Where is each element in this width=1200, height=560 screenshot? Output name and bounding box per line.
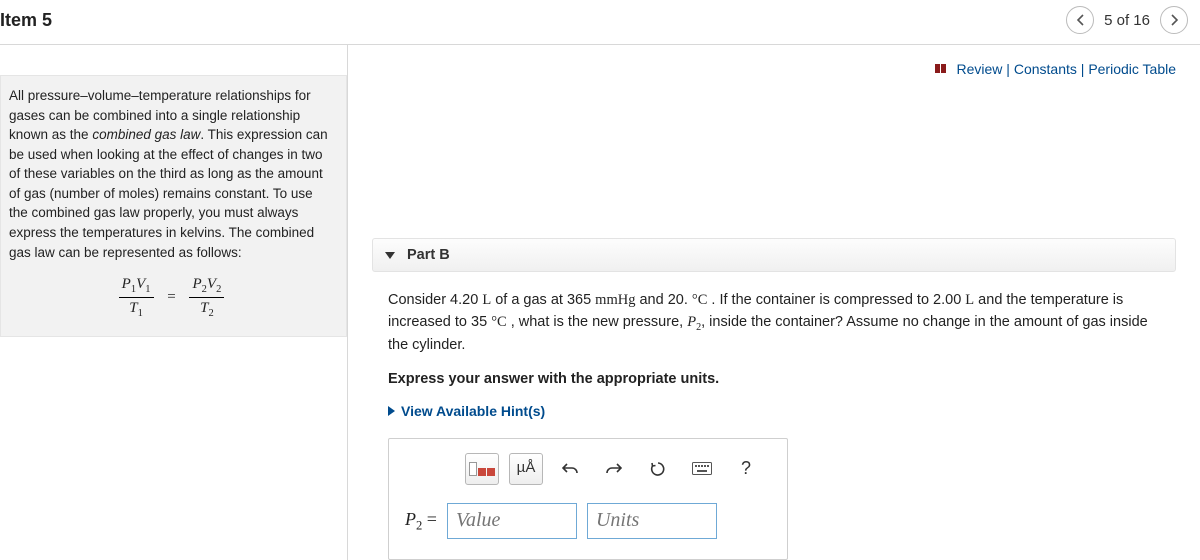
hints-label: View Available Hint(s) [401, 401, 545, 422]
part-title: Part B [407, 247, 450, 263]
prev-button[interactable] [1066, 6, 1094, 34]
redo-icon [606, 462, 622, 476]
templates-icon [469, 462, 495, 476]
body: All pressure–volume–temperature relation… [0, 45, 1200, 560]
units-input[interactable] [587, 503, 717, 539]
intro-box: All pressure–volume–temperature relation… [0, 75, 347, 337]
view-hints-button[interactable]: View Available Hint(s) [388, 401, 1168, 422]
caret-right-icon [388, 406, 395, 416]
answer-label: P2 = [405, 506, 437, 535]
constants-link[interactable]: Constants [1014, 61, 1077, 77]
undo-button[interactable] [553, 453, 587, 485]
flag-icon [935, 62, 949, 78]
frac-1: P1V1 T1 [119, 274, 154, 321]
answer-row: P2 = [405, 503, 771, 539]
help-button[interactable]: ? [729, 453, 763, 485]
chevron-right-icon [1170, 14, 1179, 26]
part-content: Consider 4.20 L of a gas at 365 mmHg and… [372, 290, 1176, 559]
sidebar: All pressure–volume–temperature relation… [0, 45, 348, 560]
pager-text: 5 of 16 [1104, 12, 1150, 29]
answer-box: µÅ ? P2 [388, 438, 788, 560]
keyboard-button[interactable] [685, 453, 719, 485]
intro-text-2: . This expression can be used when looki… [9, 127, 328, 259]
reset-button[interactable] [641, 453, 675, 485]
answer-toolbar: µÅ ? [405, 453, 771, 485]
caret-down-icon [385, 252, 395, 259]
main: Review | Constants | Periodic Table Part… [348, 45, 1200, 560]
intro-em: combined gas law [92, 127, 200, 142]
part-header[interactable]: Part B [372, 238, 1176, 272]
chevron-left-icon [1076, 14, 1085, 26]
top-links: Review | Constants | Periodic Table [372, 61, 1176, 78]
value-input[interactable] [447, 503, 577, 539]
templates-button[interactable] [465, 453, 499, 485]
frac-2: P2V2 T2 [189, 274, 224, 321]
question-text: Consider 4.20 L of a gas at 365 mmHg and… [388, 290, 1168, 357]
undo-icon [562, 462, 578, 476]
item-title: Item 5 [0, 10, 52, 31]
periodic-table-link[interactable]: Periodic Table [1088, 61, 1176, 77]
instruction: Express your answer with the appropriate… [388, 369, 1168, 391]
reset-icon [650, 461, 666, 477]
units-symbol-button[interactable]: µÅ [509, 453, 543, 485]
review-link[interactable]: Review [957, 61, 1003, 77]
next-button[interactable] [1160, 6, 1188, 34]
pager: 5 of 16 [1066, 6, 1188, 34]
header: Item 5 5 of 16 [0, 0, 1200, 45]
formula: P1V1 T1 = P2V2 T2 [9, 274, 334, 321]
keyboard-icon [692, 462, 712, 475]
redo-button[interactable] [597, 453, 631, 485]
